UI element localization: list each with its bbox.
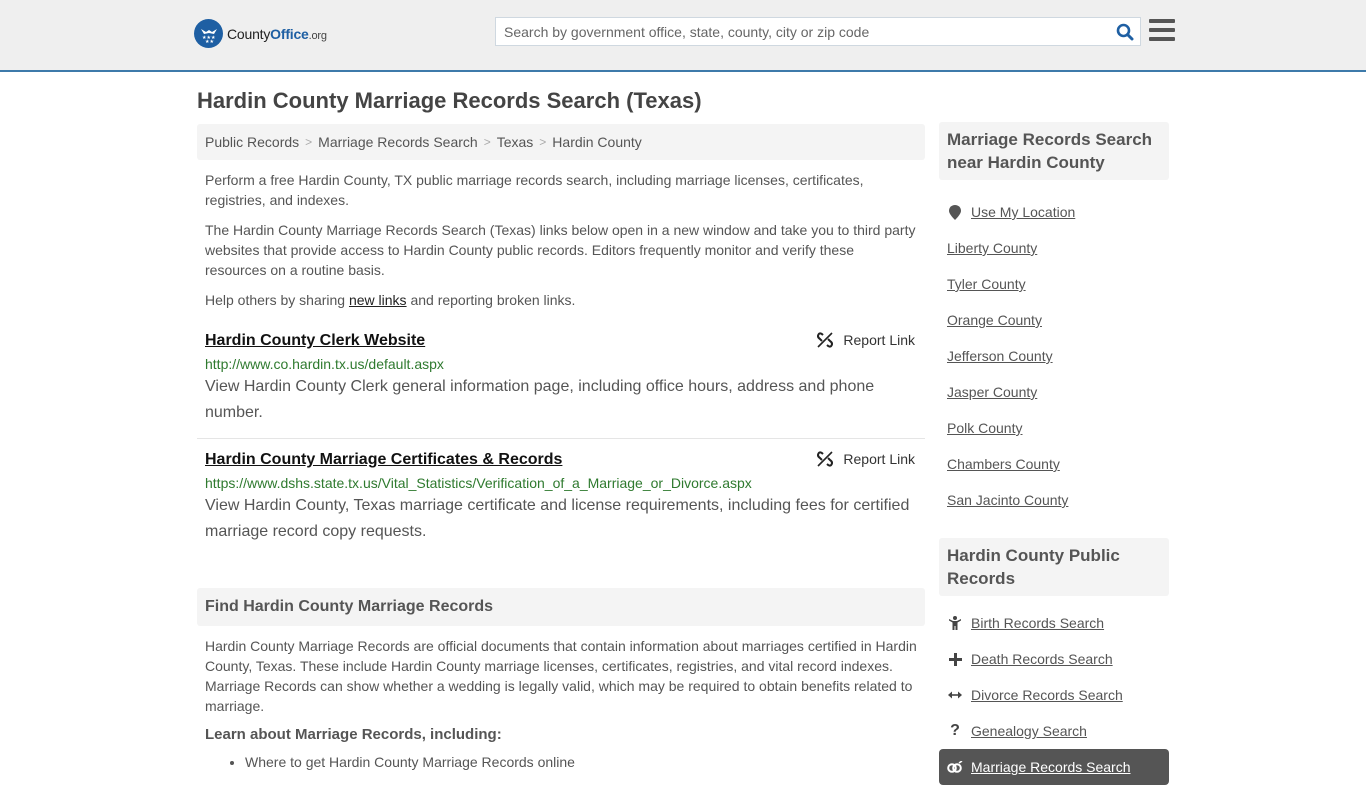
county-item: Polk County — [947, 410, 1161, 446]
county-item: Jefferson County — [947, 338, 1161, 374]
logo-text: CountyOffice.org — [227, 25, 327, 42]
site-logo[interactable]: ★★★ ★★ CountyOffice.org — [194, 19, 327, 48]
breadcrumb-marriage-records[interactable]: Marriage Records Search — [318, 134, 478, 150]
county-link-polk[interactable]: Polk County — [947, 420, 1022, 436]
county-item: Orange County — [947, 302, 1161, 338]
county-link-chambers[interactable]: Chambers County — [947, 456, 1060, 472]
death-records-link[interactable]: Death Records Search — [971, 651, 1113, 667]
page-title: Hardin County Marriage Records Search (T… — [197, 88, 702, 113]
public-record-item: Death Records Search — [947, 641, 1161, 677]
learn-heading: Learn about Marriage Records, including: — [205, 726, 502, 743]
find-records-body: Hardin County Marriage Records are offic… — [205, 638, 917, 714]
broken-link-icon — [817, 332, 834, 348]
search-bar — [495, 17, 1141, 46]
county-link-orange[interactable]: Orange County — [947, 312, 1042, 328]
share-links-paragraph: Help others by sharing new links and rep… — [205, 292, 576, 308]
county-link-jasper[interactable]: Jasper County — [947, 384, 1037, 400]
result-item: Hardin County Marriage Certificates & Re… — [197, 449, 925, 545]
new-links-link[interactable]: new links — [349, 292, 407, 308]
learn-list-item: Where to get Hardin County Marriage Reco… — [245, 752, 925, 772]
sidebar: Marriage Records Search near Hardin Coun… — [939, 122, 1169, 785]
result-description: View Hardin County, Texas marriage certi… — [205, 497, 910, 540]
county-item: Tyler County — [947, 266, 1161, 302]
report-link-button[interactable]: Report Link — [817, 332, 915, 348]
child-icon — [947, 616, 963, 630]
county-link-san-jacinto[interactable]: San Jacinto County — [947, 492, 1068, 508]
breadcrumb-separator: > — [305, 135, 313, 149]
result-url[interactable]: https://www.dshs.state.tx.us/Vital_Stati… — [205, 473, 917, 493]
nearby-heading: Marriage Records Search near Hardin Coun… — [939, 122, 1169, 180]
broken-link-icon — [817, 451, 834, 467]
breadcrumb-hardin-county[interactable]: Hardin County — [552, 134, 642, 150]
breadcrumb-texas[interactable]: Texas — [497, 134, 534, 150]
intro: Perform a free Hardin County, TX public … — [197, 170, 925, 310]
search-input[interactable] — [496, 18, 1110, 45]
public-records-list: Birth Records Search Death Records Searc… — [939, 605, 1169, 749]
result-title-link[interactable]: Hardin County Marriage Certificates & Re… — [205, 449, 562, 471]
county-item: Chambers County — [947, 446, 1161, 482]
result-item: Hardin County Clerk Website Report Link … — [197, 330, 925, 439]
marriage-records-link[interactable]: Marriage Records Search — [971, 759, 1131, 775]
main-content: Public Records > Marriage Records Search… — [197, 124, 925, 772]
result-description: View Hardin County Clerk general informa… — [205, 378, 875, 421]
search-button[interactable] — [1110, 18, 1140, 45]
learn-list: Where to get Hardin County Marriage Reco… — [197, 752, 925, 772]
find-records-heading: Find Hardin County Marriage Records — [197, 588, 925, 626]
public-records-heading: Hardin County Public Records — [939, 538, 1169, 596]
search-icon — [1116, 23, 1134, 40]
report-link-button[interactable]: Report Link — [817, 451, 915, 467]
menu-bar — [1149, 37, 1175, 41]
menu-bar — [1149, 19, 1175, 23]
county-link-jefferson[interactable]: Jefferson County — [947, 348, 1053, 364]
use-location-item: Use My Location — [947, 194, 1161, 230]
breadcrumb-public-records[interactable]: Public Records — [205, 134, 299, 150]
marriage-records-active-item[interactable]: Marriage Records Search — [939, 749, 1169, 785]
result-url[interactable]: http://www.co.hardin.tx.us/default.aspx — [205, 354, 917, 374]
public-record-item: Birth Records Search — [947, 605, 1161, 641]
breadcrumb: Public Records > Marriage Records Search… — [197, 124, 925, 160]
question-icon: ? — [950, 722, 960, 739]
menu-bar — [1149, 28, 1175, 32]
county-link-tyler[interactable]: Tyler County — [947, 276, 1026, 292]
county-item: Jasper County — [947, 374, 1161, 410]
rings-icon — [947, 761, 963, 773]
site-header: ★★★ ★★ CountyOffice.org — [0, 0, 1366, 72]
svg-text:★★: ★★ — [205, 39, 214, 44]
county-item: Liberty County — [947, 230, 1161, 266]
birth-records-link[interactable]: Birth Records Search — [971, 615, 1104, 631]
breadcrumb-separator: > — [539, 135, 547, 149]
county-item: San Jacinto County — [947, 482, 1161, 518]
breadcrumb-separator: > — [483, 135, 491, 149]
hamburger-menu-button[interactable] — [1149, 19, 1175, 43]
map-marker-icon — [947, 204, 963, 220]
use-my-location-link[interactable]: Use My Location — [971, 204, 1075, 220]
nearby-counties-list: Use My Location Liberty County Tyler Cou… — [939, 194, 1169, 518]
divorce-records-link[interactable]: Divorce Records Search — [971, 687, 1123, 703]
public-record-item: Divorce Records Search — [947, 677, 1161, 713]
intro-paragraph: Perform a free Hardin County, TX public … — [205, 172, 864, 208]
plus-icon — [947, 652, 963, 666]
eagle-logo-icon: ★★★ ★★ — [194, 19, 223, 48]
result-title-link[interactable]: Hardin County Clerk Website — [205, 330, 425, 352]
arrows-h-icon — [947, 690, 963, 700]
intro-paragraph: The Hardin County Marriage Records Searc… — [205, 222, 916, 278]
county-link-liberty[interactable]: Liberty County — [947, 240, 1037, 256]
public-record-item: ? Genealogy Search — [947, 713, 1161, 749]
genealogy-link[interactable]: Genealogy Search — [971, 723, 1087, 739]
